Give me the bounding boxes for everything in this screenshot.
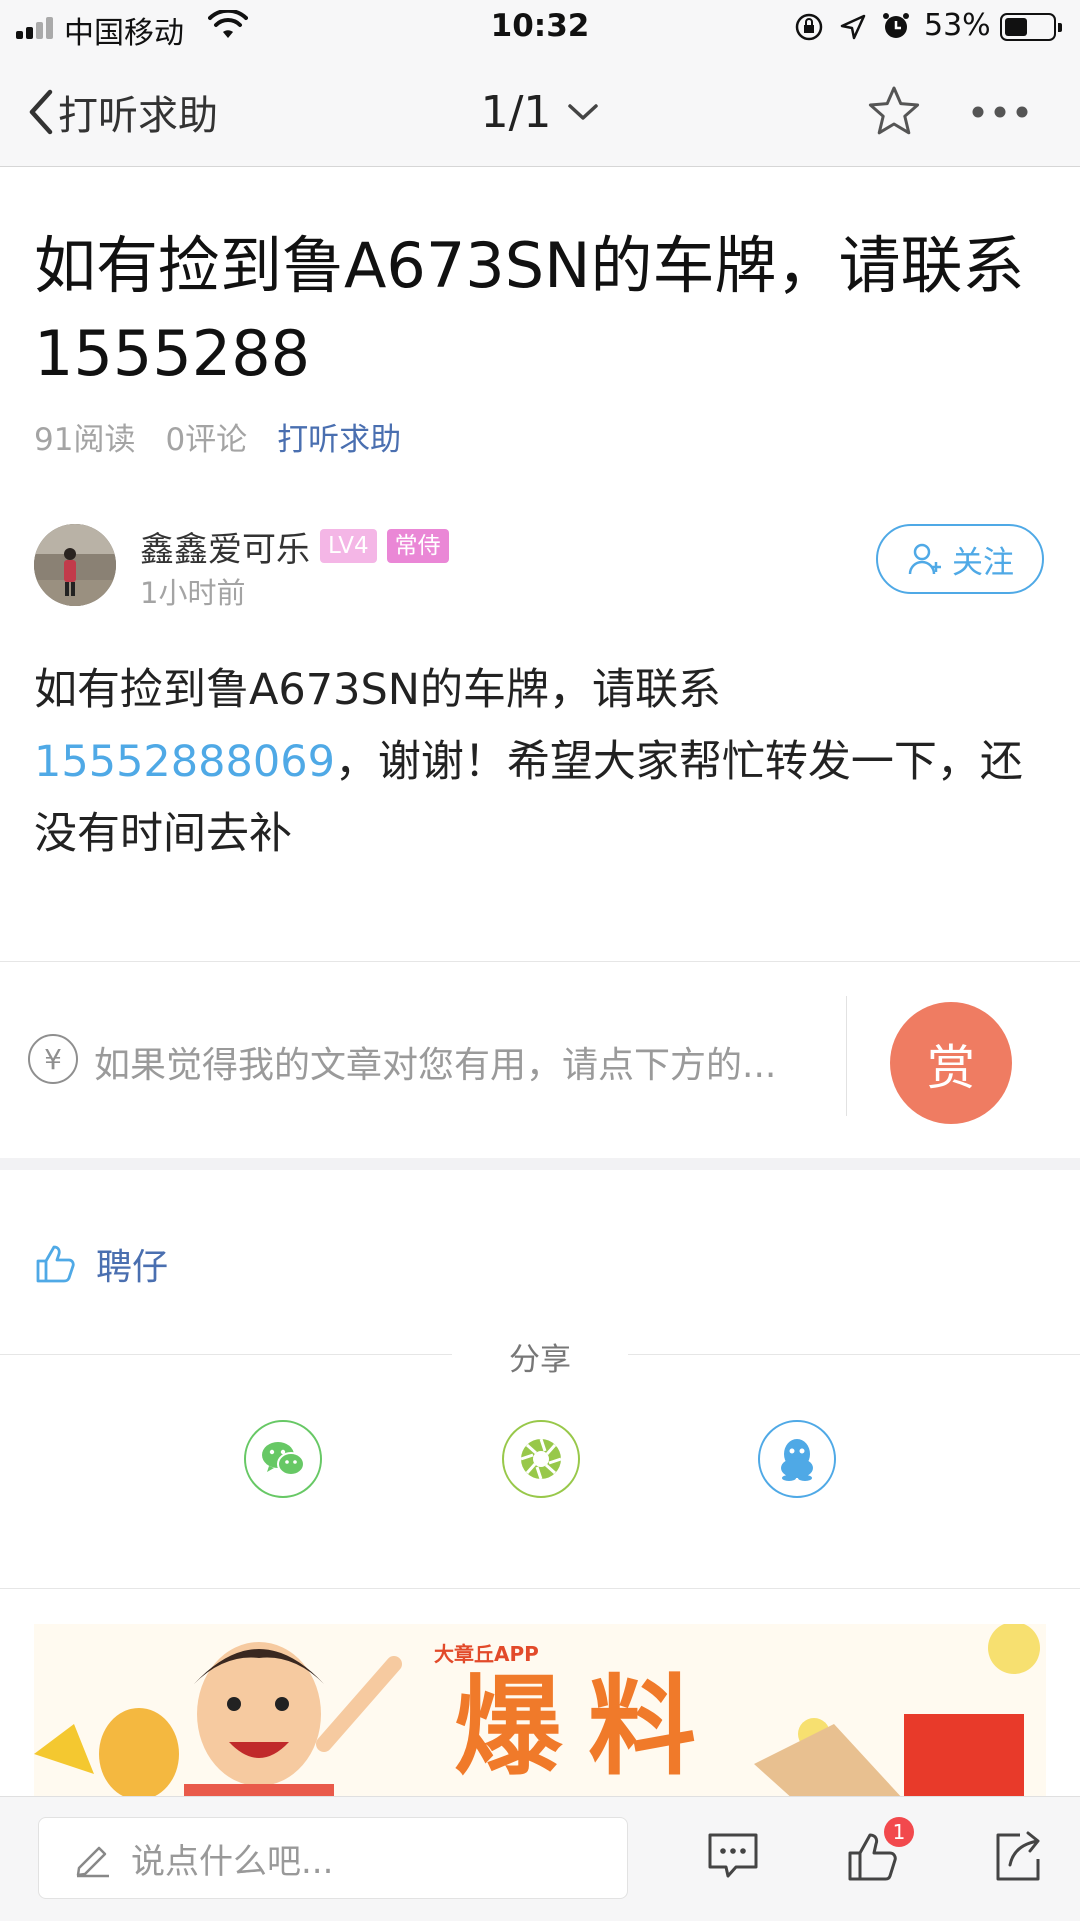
follow-button[interactable]: 关注 [876, 524, 1044, 594]
author-name-row: 鑫鑫爱可乐 LV4 常侍 [140, 522, 449, 571]
share-qq-button[interactable] [758, 1420, 836, 1498]
bottom-bar: 说点什么吧... 1 [0, 1796, 1080, 1921]
qq-icon [781, 1439, 813, 1481]
vertical-divider [846, 996, 847, 1116]
rank-badge: 常侍 [386, 529, 449, 563]
add-user-icon [908, 543, 941, 575]
author-row: 鑫鑫爱可乐 LV4 常侍 1小时前 关注 [34, 524, 1046, 610]
alarm-icon [883, 13, 909, 38]
author-name[interactable]: 鑫鑫爱可乐 [140, 522, 310, 571]
comment-input[interactable]: 说点什么吧... [38, 1817, 628, 1899]
section-separator [0, 1158, 1080, 1170]
moments-icon [520, 1438, 562, 1480]
body-text: 如有捡到鲁A673SN的车牌，请联系 [34, 665, 721, 715]
chevron-down-icon [568, 104, 599, 120]
reward-row: ¥ 如果觉得我的文章对您有用，请点下方的... 赏 [0, 962, 1080, 1158]
star-icon[interactable] [866, 84, 922, 140]
battery-icon [1000, 13, 1062, 41]
rotation-lock-icon [795, 13, 823, 41]
reward-tip: 如果觉得我的文章对您有用，请点下方的... [94, 1045, 777, 1086]
like-count-badge: 1 [884, 1817, 914, 1847]
clock: 10:32 [490, 8, 590, 44]
share-icon[interactable] [990, 1827, 1048, 1885]
share-header: 分享 [0, 1334, 1080, 1378]
comments-icon[interactable] [704, 1827, 762, 1885]
pencil-icon [76, 1846, 109, 1878]
promo-banner[interactable]: 大章丘APP 爆料 [34, 1624, 1046, 1800]
follow-label: 关注 [952, 544, 1014, 581]
status-bar: 中国移动 10:32 53% [0, 0, 1080, 56]
page-indicator: 1/1 [480, 86, 552, 138]
read-count: 91阅读 [34, 421, 136, 458]
avatar[interactable] [34, 524, 116, 606]
comment-placeholder: 说点什么吧... [131, 1841, 334, 1882]
share-label: 分享 [487, 1342, 593, 1378]
likers-row: 聘仔 [34, 1236, 168, 1292]
share-wechat-button[interactable] [244, 1420, 322, 1498]
divider [0, 1588, 1080, 1589]
banner-headline: 爆料 [454, 1665, 723, 1790]
post-time: 1小时前 [140, 576, 246, 610]
article-title: 如有捡到鲁A673SN的车牌，请联系1555288 [34, 229, 1025, 390]
battery-percent: 53% [924, 8, 991, 43]
article-body: 如有捡到鲁A673SN的车牌，请联系15552888069，谢谢！希望大家帮忙转… [34, 654, 1050, 870]
location-icon [840, 14, 866, 40]
category-link[interactable]: 打听求助 [277, 414, 401, 459]
more-icon[interactable] [970, 100, 1030, 124]
nav-bar: 打听求助 1/1 [0, 56, 1080, 167]
wechat-icon [262, 1442, 305, 1476]
share-moments-button[interactable] [502, 1420, 580, 1498]
liker-name[interactable]: 聘仔 [96, 1238, 168, 1290]
thumbs-up-icon [36, 1245, 75, 1283]
level-badge: LV4 [320, 529, 377, 563]
yen-icon: ¥ [28, 1034, 78, 1084]
article-meta: 91阅读 0评论 打听求助 [34, 412, 401, 460]
banner-app-name: 大章丘APP [434, 1642, 539, 1666]
comment-count: 0评论 [165, 421, 248, 458]
phone-link[interactable]: 15552888069 [34, 737, 335, 787]
reward-button[interactable]: 赏 [890, 1002, 1012, 1124]
